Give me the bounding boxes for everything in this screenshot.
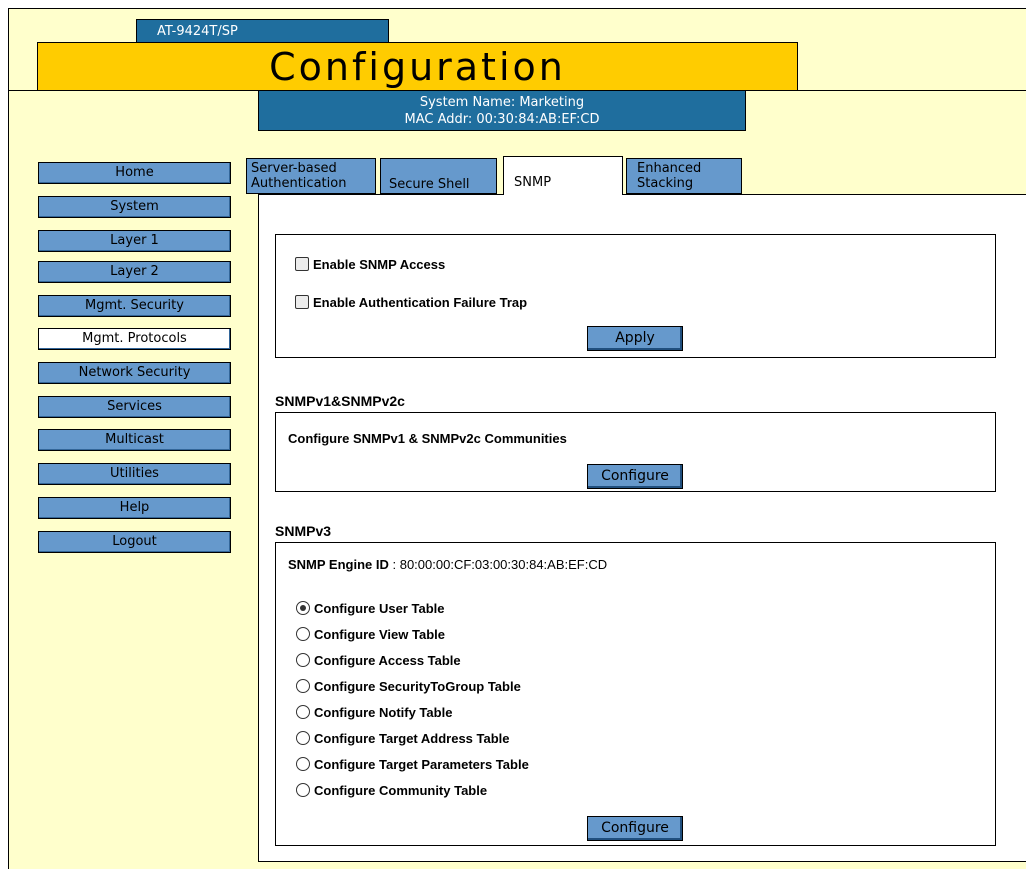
model-label: AT-9424T/SP — [136, 19, 389, 42]
snmpv1v2c-heading: SNMPv1&SNMPv2c — [275, 393, 405, 409]
tab-label: SNMP — [514, 175, 552, 190]
radio-view-table[interactable] — [296, 627, 310, 641]
radio-community-table[interactable] — [296, 783, 310, 797]
nav-mgmt-protocols[interactable]: Mgmt. Protocols — [38, 328, 231, 350]
configure-v3-button[interactable]: Configure — [587, 816, 683, 841]
tab-label-line1: Enhanced — [637, 161, 702, 176]
engine-id-value: : 80:00:00:CF:03:00:30:84:AB:EF:CD — [388, 557, 608, 572]
nav-system[interactable]: System — [38, 196, 231, 218]
radio-target-address-table[interactable] — [296, 731, 310, 745]
nav-layer-2[interactable]: Layer 2 — [38, 261, 231, 283]
nav-layer-1[interactable]: Layer 1 — [38, 230, 231, 252]
tab-enhanced-stacking[interactable]: Enhanced Stacking — [626, 158, 742, 194]
option-community-table: Configure Community Table — [314, 783, 488, 798]
tab-server-based-authentication[interactable]: Server-based Authentication — [246, 158, 376, 194]
system-name: System Name: Marketing — [419, 95, 585, 110]
tab-label-line1: Server-based — [251, 161, 337, 176]
radio-user-table[interactable] — [296, 601, 310, 615]
enable-snmp-checkbox[interactable] — [295, 257, 309, 271]
page-title: Configuration — [37, 42, 798, 91]
snmpv3-heading: SNMPv3 — [275, 523, 332, 539]
snmpv1v2c-description: Configure SNMPv1 & SNMPv2c Communities — [288, 431, 567, 446]
nav-home[interactable]: Home — [38, 162, 231, 184]
radio-notify-table[interactable] — [296, 705, 310, 719]
configure-communities-button[interactable]: Configure — [587, 464, 683, 489]
snmpv3-box — [275, 542, 996, 846]
option-view-table: Configure View Table — [314, 627, 445, 642]
tab-snmp[interactable]: SNMP — [503, 156, 623, 195]
radio-securitytogroup-table[interactable] — [296, 679, 310, 693]
nav-mgmt-security[interactable]: Mgmt. Security — [38, 295, 231, 317]
option-target-parameters-table: Configure Target Parameters Table — [314, 757, 529, 772]
option-target-address-table: Configure Target Address Table — [314, 731, 510, 746]
enable-auth-trap-checkbox[interactable] — [295, 295, 309, 309]
option-notify-table: Configure Notify Table — [314, 705, 453, 720]
nav-utilities[interactable]: Utilities — [38, 463, 231, 485]
mac-address: MAC Addr: 00:30:84:AB:EF:CD — [404, 112, 600, 127]
apply-button[interactable]: Apply — [587, 326, 683, 351]
option-securitytogroup-table: Configure SecurityToGroup Table — [314, 679, 521, 694]
nav-services[interactable]: Services — [38, 396, 231, 418]
system-info-box: System Name: Marketing MAC Addr: 00:30:8… — [258, 91, 746, 131]
tab-label-line2: Authentication — [251, 176, 347, 191]
nav-logout[interactable]: Logout — [38, 531, 231, 553]
engine-id-row: SNMP Engine ID : 80:00:00:CF:03:00:30:84… — [288, 557, 607, 572]
tab-secure-shell[interactable]: Secure Shell — [380, 158, 497, 194]
nav-network-security[interactable]: Network Security — [38, 362, 231, 384]
radio-target-parameters-table[interactable] — [296, 757, 310, 771]
nav-help[interactable]: Help — [38, 497, 231, 519]
radio-access-table[interactable] — [296, 653, 310, 667]
enable-auth-trap-label: Enable Authentication Failure Trap — [313, 295, 528, 310]
nav-multicast[interactable]: Multicast — [38, 429, 231, 451]
engine-id-label: SNMP Engine ID — [288, 557, 389, 572]
tab-label-line2: Stacking — [637, 176, 694, 191]
enable-snmp-label: Enable SNMP Access — [313, 257, 446, 272]
tab-label: Secure Shell — [389, 177, 470, 192]
option-access-table: Configure Access Table — [314, 653, 461, 668]
option-user-table: Configure User Table — [314, 601, 445, 616]
